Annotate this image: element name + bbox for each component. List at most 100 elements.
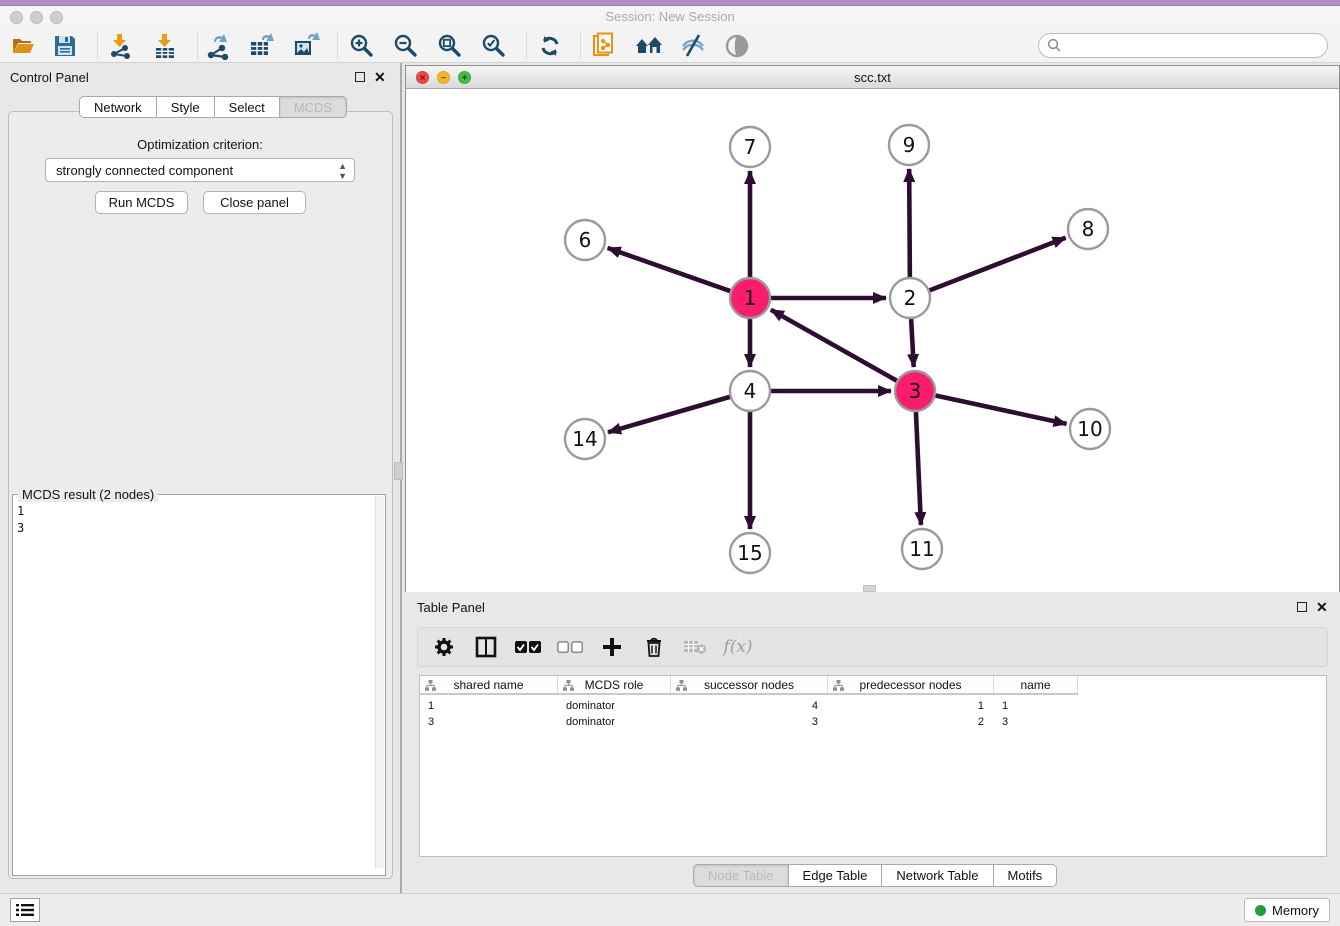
result-scrollbar[interactable] — [375, 496, 384, 868]
column-type-icon — [833, 680, 844, 691]
tab-network[interactable]: Network — [79, 96, 157, 118]
graph-edge-4-14[interactable] — [608, 397, 730, 432]
tab-edge-table[interactable]: Edge Table — [789, 864, 883, 887]
graph-edge-3-1[interactable] — [771, 310, 897, 381]
select-all-icon[interactable] — [514, 633, 542, 661]
graph-edge-1-6[interactable] — [608, 248, 731, 291]
memory-status-icon — [1255, 905, 1266, 916]
hide-selected-icon[interactable] — [678, 31, 708, 61]
tab-style[interactable]: Style — [157, 96, 215, 118]
delete-table-icon[interactable] — [682, 633, 710, 661]
network-graph[interactable]: 7968124314101511 — [406, 89, 1339, 592]
network-window-titlebar[interactable]: × − + scc.txt — [406, 66, 1339, 89]
graph-edge-2-9[interactable] — [909, 169, 910, 277]
tab-network-table[interactable]: Network Table — [882, 864, 993, 887]
cell-mcds-role[interactable]: dominator — [558, 699, 671, 715]
run-mcds-button[interactable]: Run MCDS — [95, 191, 188, 214]
control-panel-title: Control Panel — [10, 70, 89, 85]
graph-edge-2-3[interactable] — [911, 319, 914, 367]
network-view-window: × − + scc.txt 7968124314101511 — [405, 65, 1340, 592]
search-field[interactable] — [1038, 33, 1328, 58]
graph-node-label-2: 2 — [904, 286, 917, 310]
tab-node-table[interactable]: Node Table — [693, 864, 789, 887]
network-window-title: scc.txt — [406, 70, 1339, 85]
zoom-selected-icon[interactable] — [479, 31, 509, 61]
graph-node-label-4: 4 — [744, 379, 757, 403]
cell-name[interactable]: 1 — [994, 699, 1078, 715]
splitter-handle[interactable] — [394, 462, 403, 480]
save-session-icon[interactable] — [50, 31, 80, 61]
graph-node-label-6: 6 — [579, 228, 592, 252]
table-toolbar: f(x) — [417, 627, 1328, 667]
deselect-all-icon[interactable] — [556, 633, 584, 661]
graph-edge-2-8[interactable] — [930, 238, 1066, 291]
list-icon — [16, 903, 34, 917]
application-window: Session: New Session — [0, 0, 1340, 926]
import-network-icon[interactable] — [105, 31, 135, 61]
cell-predecessor-nodes[interactable]: 1 — [828, 699, 994, 715]
function-builder-icon[interactable]: f(x) — [724, 633, 752, 661]
first-neighbors-icon[interactable] — [634, 31, 664, 61]
open-session-icon[interactable] — [8, 31, 38, 61]
column-header-shared-name[interactable]: shared name — [420, 676, 558, 693]
column-header-mcds-role[interactable]: MCDS role — [558, 676, 671, 693]
export-network-icon[interactable] — [203, 31, 233, 61]
tab-select[interactable]: Select — [215, 96, 280, 118]
window-resize-grip[interactable] — [863, 585, 876, 592]
export-table-icon[interactable] — [247, 31, 277, 61]
table-settings-icon[interactable] — [430, 633, 458, 661]
refresh-icon[interactable] — [535, 31, 565, 61]
show-column-panel-icon[interactable] — [472, 633, 500, 661]
criterion-dropdown[interactable]: strongly connected component ▲▼ — [45, 158, 355, 182]
graph-node-label-7: 7 — [744, 135, 757, 159]
close-panel-button[interactable]: Close panel — [203, 191, 306, 214]
graph-node-label-10: 10 — [1077, 417, 1102, 441]
graph-edge-3-11[interactable] — [916, 412, 921, 525]
column-header-predecessor-nodes[interactable]: predecessor nodes — [828, 676, 994, 693]
search-input[interactable] — [1062, 36, 1327, 56]
delete-column-icon[interactable] — [640, 633, 668, 661]
titlebar[interactable]: Session: New Session — [0, 6, 1340, 28]
toolbar-separator — [580, 33, 581, 59]
column-type-icon — [425, 680, 436, 691]
tab-mcds[interactable]: MCDS — [280, 96, 347, 118]
show-all-icon[interactable] — [722, 31, 752, 61]
result-line: 1 — [17, 503, 24, 520]
fit-content-icon[interactable] — [435, 31, 465, 61]
main-toolbar — [0, 28, 1340, 63]
table-row[interactable]: 3 dominator 3 2 3 — [420, 715, 1078, 731]
toolbar-separator — [197, 33, 198, 59]
close-panel-icon[interactable]: ✕ — [374, 72, 386, 82]
cell-shared-name[interactable]: 1 — [420, 699, 558, 715]
export-image-icon[interactable] — [291, 31, 321, 61]
column-label: name — [1020, 678, 1050, 692]
table-row[interactable]: 1 dominator 4 1 1 — [420, 699, 1078, 715]
float-table-panel-icon[interactable] — [1297, 602, 1307, 612]
cell-successor-nodes[interactable]: 4 — [671, 699, 828, 715]
close-table-panel-icon[interactable]: ✕ — [1316, 602, 1328, 612]
toolbar-separator — [337, 33, 338, 59]
network-from-selection-icon[interactable] — [590, 31, 620, 61]
cell-shared-name[interactable]: 3 — [420, 715, 558, 731]
column-header-successor-nodes[interactable]: successor nodes — [671, 676, 828, 693]
graph-node-label-15: 15 — [737, 541, 762, 565]
cell-name[interactable]: 3 — [994, 715, 1078, 731]
column-label: successor nodes — [704, 678, 794, 692]
zoom-in-icon[interactable] — [347, 31, 377, 61]
zoom-out-icon[interactable] — [391, 31, 421, 61]
mcds-result-box[interactable]: 1 3 — [12, 494, 386, 876]
import-table-icon[interactable] — [150, 31, 180, 61]
optimization-criterion-label: Optimization criterion: — [0, 137, 400, 152]
tab-motifs[interactable]: Motifs — [994, 864, 1058, 887]
cell-mcds-role[interactable]: dominator — [558, 715, 671, 731]
graph-edge-3-10[interactable] — [936, 395, 1067, 423]
float-panel-icon[interactable] — [355, 72, 365, 82]
create-column-icon[interactable] — [598, 633, 626, 661]
graph-node-label-3: 3 — [909, 379, 922, 403]
column-header-name[interactable]: name — [994, 676, 1078, 693]
cell-successor-nodes[interactable]: 3 — [671, 715, 828, 731]
cell-predecessor-nodes[interactable]: 2 — [828, 715, 994, 731]
memory-button[interactable]: Memory — [1244, 898, 1330, 922]
task-history-button[interactable] — [10, 898, 40, 922]
dropdown-stepper-icon: ▲▼ — [338, 161, 347, 181]
